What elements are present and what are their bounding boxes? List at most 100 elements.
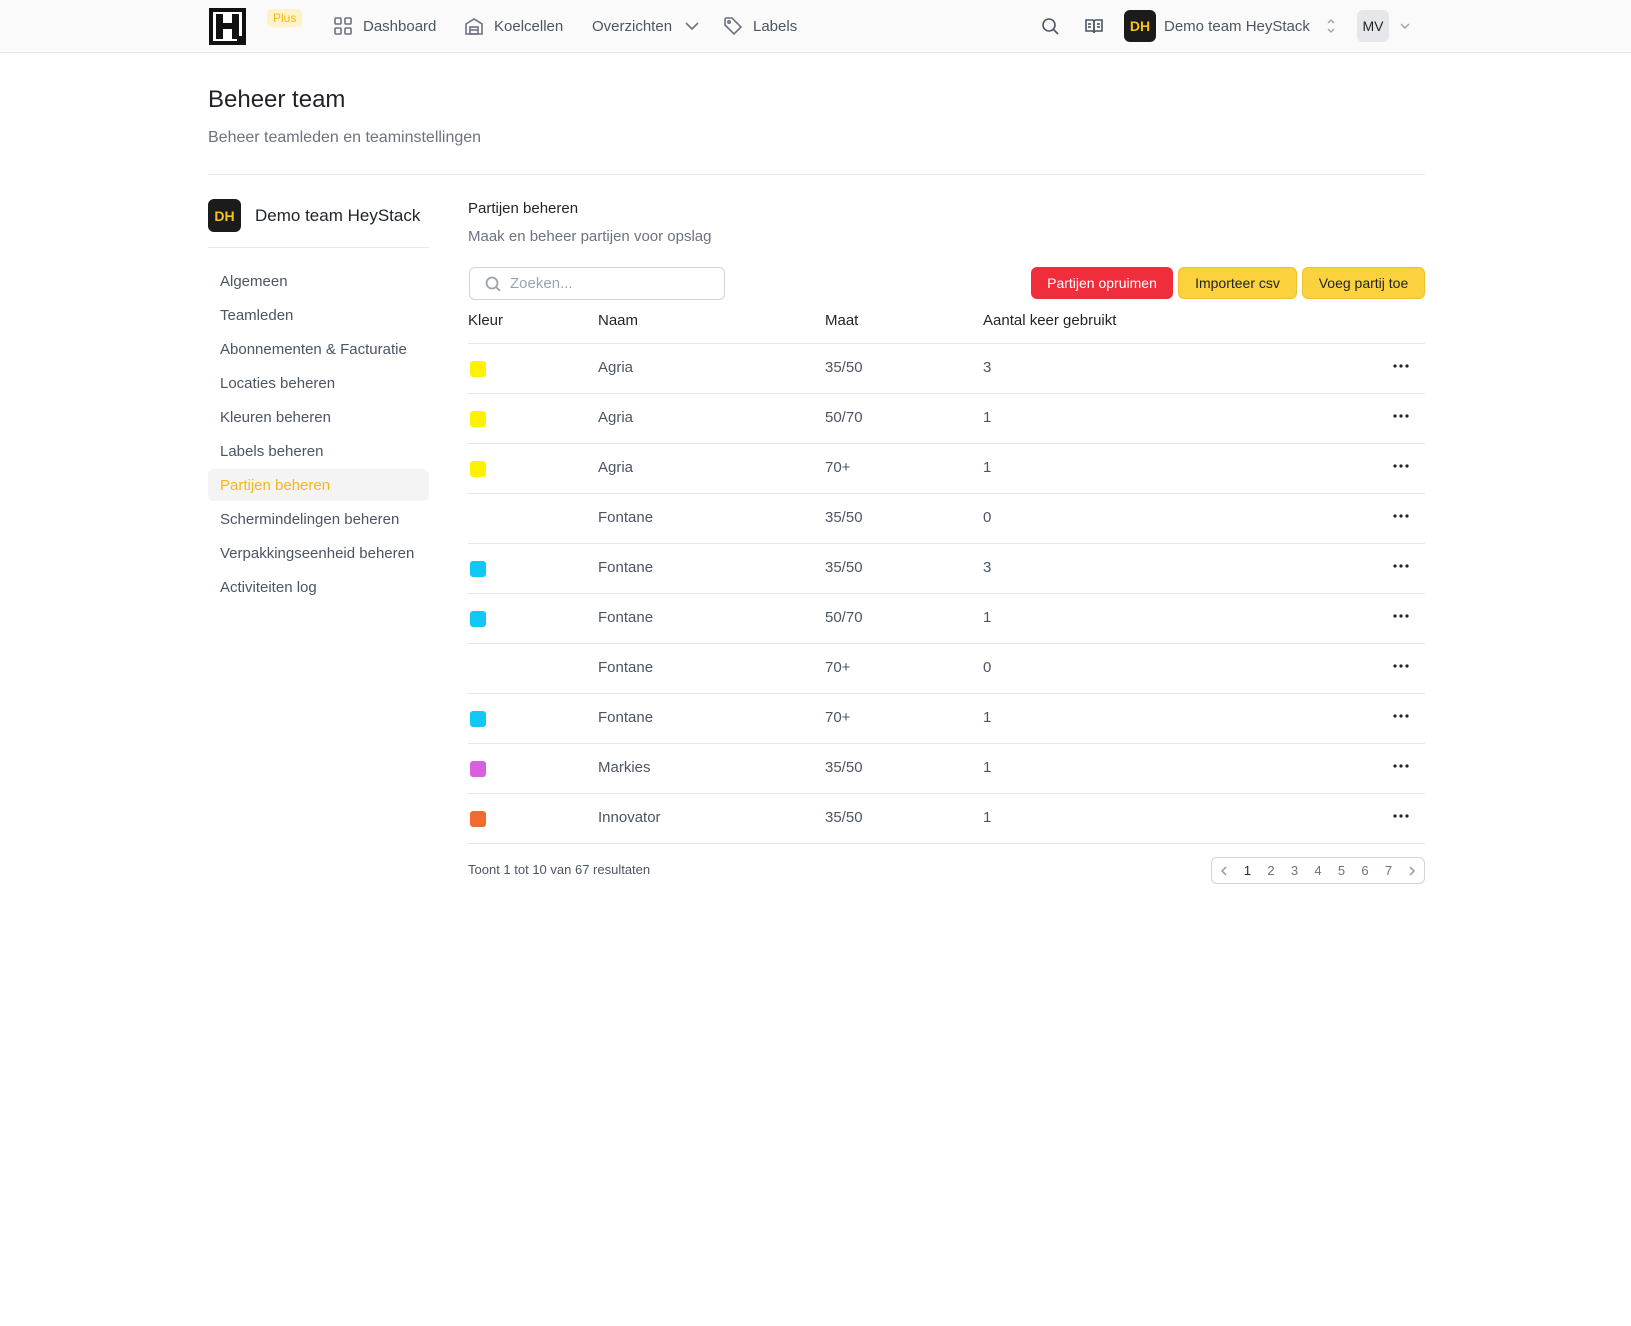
- user-avatar[interactable]: MV: [1357, 10, 1389, 42]
- cell-maat: 35/50: [825, 809, 863, 826]
- search-icon: [1042, 18, 1059, 35]
- ellipsis-icon: [1393, 714, 1409, 718]
- column-header-maat: Maat: [825, 312, 859, 329]
- prev-page-button[interactable]: [1212, 865, 1236, 876]
- row-actions-button[interactable]: [1390, 604, 1412, 628]
- search-field[interactable]: [469, 267, 725, 300]
- sidebar-item-algemeen[interactable]: Algemeen: [208, 265, 429, 297]
- cell-aantal: 1: [983, 809, 992, 826]
- table-row[interactable]: Fontane 35/50 3: [468, 543, 1425, 593]
- ellipsis-icon: [1393, 464, 1409, 468]
- sidebar-team: DH Demo team HeyStack: [208, 199, 420, 232]
- cell-naam: Agria: [598, 459, 634, 476]
- search-button[interactable]: [1038, 14, 1062, 38]
- search-input[interactable]: [510, 275, 710, 292]
- ellipsis-icon: [1393, 564, 1409, 568]
- sidebar-item-activiteiten[interactable]: Activiteiten log: [208, 571, 429, 603]
- color-swatch: [470, 811, 486, 827]
- cell-naam: Fontane: [598, 709, 654, 726]
- pagination: 1234567: [1211, 857, 1425, 884]
- import-csv-button[interactable]: Importeer csv: [1178, 267, 1297, 299]
- cell-aantal: 3: [983, 359, 992, 376]
- ellipsis-icon: [1393, 414, 1409, 418]
- table-row[interactable]: Fontane 70+ 0: [468, 643, 1425, 693]
- sidebar-divider: [208, 247, 429, 248]
- page-number-button[interactable]: 2: [1259, 863, 1283, 878]
- sidebar-item-kleuren[interactable]: Kleuren beheren: [208, 401, 429, 433]
- nav-labels-label: Labels: [753, 17, 798, 35]
- ellipsis-icon: [1393, 814, 1409, 818]
- ellipsis-icon: [1393, 614, 1409, 618]
- cell-aantal: 1: [983, 609, 992, 626]
- cleanup-partijen-button[interactable]: Partijen opruimen: [1031, 267, 1173, 299]
- table-bottom-border: [468, 843, 1425, 844]
- color-swatch: [470, 761, 486, 777]
- row-actions-button[interactable]: [1390, 554, 1412, 578]
- page-number-button[interactable]: 5: [1330, 863, 1354, 878]
- page-title: Beheer team: [208, 86, 346, 113]
- row-actions-button[interactable]: [1390, 654, 1412, 678]
- sidebar-item-locaties[interactable]: Locaties beheren: [208, 367, 429, 399]
- page-number-button[interactable]: 1: [1236, 863, 1260, 878]
- table-row[interactable]: Agria 35/50 3: [468, 343, 1425, 393]
- sidebar-team-avatar: DH: [208, 199, 241, 232]
- color-swatch: [470, 611, 486, 627]
- ellipsis-icon: [1393, 764, 1409, 768]
- nav-overzichten[interactable]: Overzichten: [592, 13, 702, 39]
- add-partij-button[interactable]: Voeg partij toe: [1302, 267, 1425, 299]
- chevron-up-down-icon[interactable]: [1324, 16, 1338, 36]
- sidebar-item-labels[interactable]: Labels beheren: [208, 435, 429, 467]
- sidebar-item-partijen[interactable]: Partijen beheren: [208, 469, 429, 501]
- table-row[interactable]: Markies 35/50 1: [468, 743, 1425, 793]
- cell-maat: 50/70: [825, 409, 863, 426]
- cell-maat: 70+: [825, 709, 851, 726]
- row-actions-button[interactable]: [1390, 504, 1412, 528]
- page-number-button[interactable]: 7: [1377, 863, 1401, 878]
- table-row[interactable]: Agria 70+ 1: [468, 443, 1425, 493]
- page-number-button[interactable]: 3: [1283, 863, 1307, 878]
- color-swatch: [470, 561, 486, 577]
- table-row[interactable]: Fontane 35/50 0: [468, 493, 1425, 543]
- page-number-button[interactable]: 4: [1306, 863, 1330, 878]
- column-header-aantal: Aantal keer gebruikt: [983, 312, 1117, 329]
- chevron-left-icon: [1220, 865, 1227, 876]
- table-row[interactable]: Agria 50/70 1: [468, 393, 1425, 443]
- team-switcher[interactable]: DH Demo team HeyStack: [1124, 9, 1310, 43]
- heystack-logo[interactable]: [209, 8, 246, 45]
- row-actions-button[interactable]: [1390, 704, 1412, 728]
- sidebar-item-schermindelingen[interactable]: Schermindelingen beheren: [208, 503, 429, 535]
- user-menu-chevron-icon[interactable]: [1398, 19, 1412, 33]
- cell-aantal: 1: [983, 459, 992, 476]
- table-row[interactable]: Fontane 50/70 1: [468, 593, 1425, 643]
- docs-button[interactable]: [1082, 14, 1106, 38]
- column-header-naam: Naam: [598, 312, 639, 329]
- next-page-button[interactable]: [1400, 865, 1424, 876]
- cell-aantal: 1: [983, 409, 992, 426]
- row-actions-button[interactable]: [1390, 754, 1412, 778]
- sidebar-item-abonnementen[interactable]: Abonnementen & Facturatie: [208, 333, 429, 365]
- table-row[interactable]: Fontane 70+ 1: [468, 693, 1425, 743]
- tag-icon: [724, 17, 743, 36]
- nav-dashboard[interactable]: Dashboard: [333, 13, 436, 39]
- row-actions-button[interactable]: [1390, 804, 1412, 828]
- table-row[interactable]: Innovator 35/50 1: [468, 793, 1425, 843]
- cell-naam: Agria: [598, 359, 634, 376]
- nav-koelcellen[interactable]: Koelcellen: [464, 13, 563, 39]
- sidebar-item-teamleden[interactable]: Teamleden: [208, 299, 429, 331]
- header-divider: [208, 174, 1425, 175]
- row-actions-button[interactable]: [1390, 454, 1412, 478]
- cell-aantal: 1: [983, 709, 992, 726]
- search-icon: [485, 276, 501, 292]
- color-swatch: [470, 361, 486, 377]
- cell-maat: 70+: [825, 459, 851, 476]
- book-open-icon: [1085, 19, 1103, 34]
- cell-aantal: 3: [983, 559, 992, 576]
- row-actions-button[interactable]: [1390, 354, 1412, 378]
- nav-labels[interactable]: Labels: [723, 13, 797, 39]
- sidebar-item-verpakkingseenheid[interactable]: Verpakkingseenheid beheren: [208, 537, 429, 569]
- row-actions-button[interactable]: [1390, 404, 1412, 428]
- section-subtitle: Maak en beheer partijen voor opslag: [468, 228, 712, 245]
- page-number-button[interactable]: 6: [1353, 863, 1377, 878]
- cell-maat: 35/50: [825, 759, 863, 776]
- cell-naam: Fontane: [598, 609, 654, 626]
